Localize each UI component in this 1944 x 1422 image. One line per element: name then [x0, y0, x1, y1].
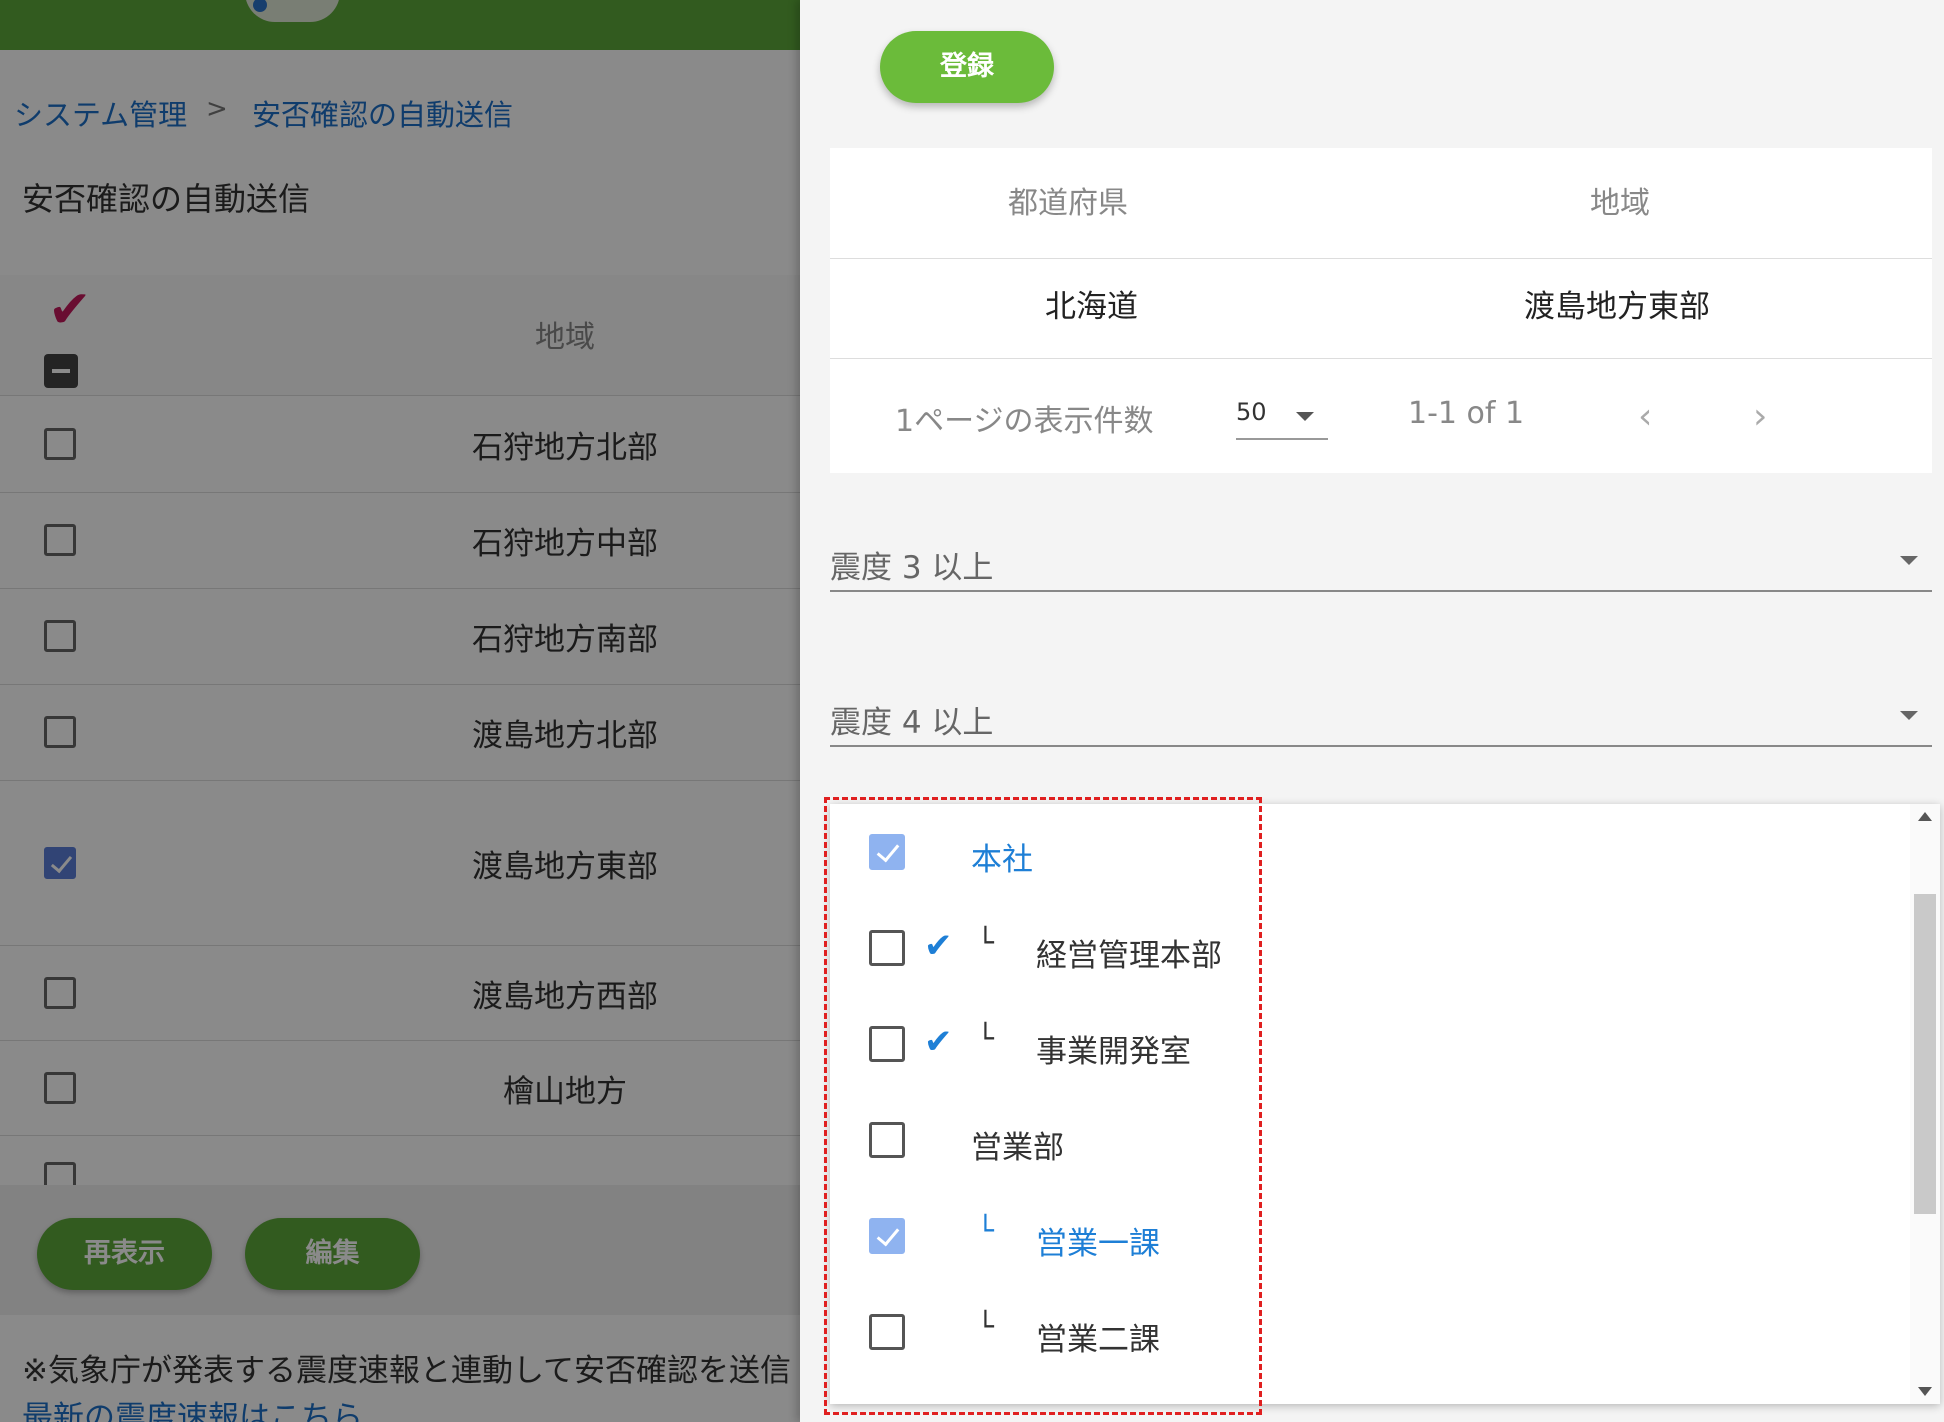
- column-header-region: 地域: [1590, 186, 1650, 221]
- scroll-down-icon[interactable]: [1918, 1387, 1932, 1396]
- rows-per-page-label: 1ページの表示件数: [895, 404, 1154, 439]
- intensity-select-1-label: 震度 3 以上: [830, 550, 994, 586]
- dropdown-arrow-icon: [1296, 412, 1314, 421]
- intensity-select-1[interactable]: 震度 3 以上: [830, 530, 1932, 592]
- column-header-prefecture: 都道府県: [1008, 186, 1128, 221]
- intensity-select-2[interactable]: 震度 4 以上: [830, 685, 1932, 747]
- cell-prefecture: 北海道: [1045, 289, 1138, 325]
- rows-per-page-select[interactable]: 50: [1236, 398, 1328, 440]
- prev-page-icon[interactable]: ‹: [1638, 396, 1652, 437]
- dropdown-arrow-icon: [1900, 556, 1918, 565]
- intensity-select-2-label: 震度 4 以上: [830, 705, 994, 741]
- menu-scrollbar[interactable]: [1910, 804, 1940, 1404]
- pagination-range: 1-1 of 1: [1408, 396, 1525, 431]
- rows-per-page-value: 50: [1236, 398, 1267, 426]
- modal-overlay[interactable]: [0, 0, 800, 1422]
- dropdown-arrow-icon: [1900, 711, 1918, 720]
- cell-region: 渡島地方東部: [1524, 289, 1710, 325]
- scrollbar-thumb[interactable]: [1914, 894, 1936, 1214]
- row-divider: [830, 358, 1932, 359]
- register-button[interactable]: 登録: [880, 31, 1054, 103]
- highlight-annotation-box: [824, 797, 1262, 1415]
- next-page-icon[interactable]: ›: [1753, 396, 1767, 437]
- scroll-up-icon[interactable]: [1918, 812, 1932, 821]
- selected-regions-table: 都道府県 地域 北海道 渡島地方東部 1ページの表示件数 50 1-1 of 1…: [830, 148, 1932, 473]
- header-divider: [830, 258, 1932, 259]
